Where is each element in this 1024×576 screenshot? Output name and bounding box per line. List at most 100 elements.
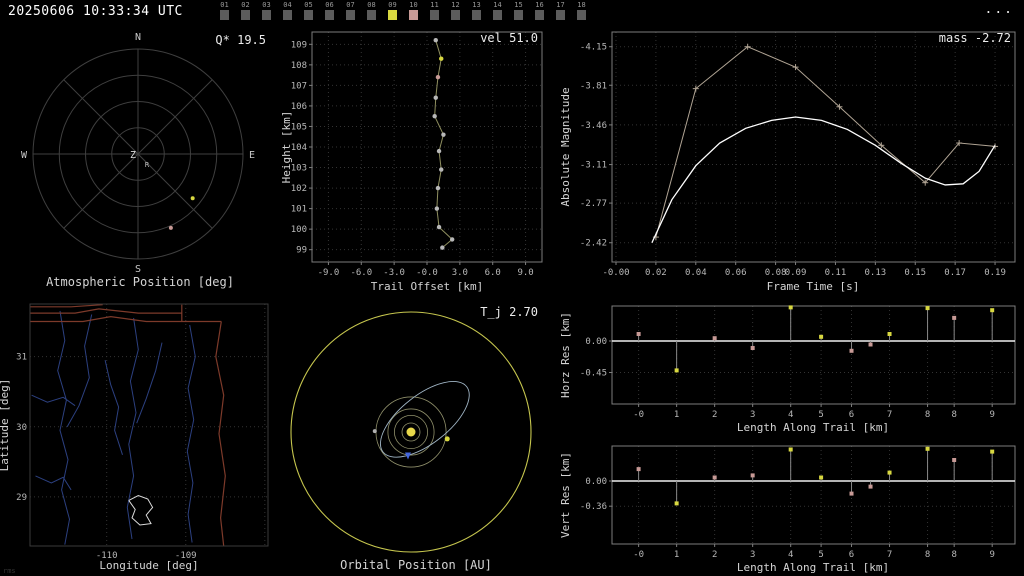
frame-item-16[interactable]: 16 xyxy=(529,1,550,20)
river-path xyxy=(35,475,72,491)
frame-number: 08 xyxy=(367,1,376,9)
panel-atmospheric-position: Q* 19.5 N E S W Z R Atmospheric Position… xyxy=(21,32,266,289)
residual-marker xyxy=(674,501,679,506)
tick-label: -3.11 xyxy=(580,161,607,171)
frame-item-17[interactable]: 17 xyxy=(550,1,571,20)
tick-label: 2 xyxy=(712,410,717,420)
residual-marker xyxy=(849,348,854,353)
tick-label: 0.08 xyxy=(765,268,787,278)
residual-marker xyxy=(887,332,892,336)
body-mars xyxy=(444,436,450,442)
frame-item-03[interactable]: 03 xyxy=(256,1,277,20)
panel-residuals: -0 1 2 3 4 5 6 7 8 8 90.00-0.45 -0 1 2 3 4 5 6 7 8 8 90.00-0… xyxy=(559,305,1016,574)
tick-label: 8 xyxy=(951,550,956,560)
frame-item-02[interactable]: 02 xyxy=(235,1,256,20)
series-model_fit xyxy=(651,116,996,244)
frame-indicator xyxy=(493,10,502,20)
atmospheric-caption: Atmospheric Position [deg] xyxy=(46,275,234,289)
frame-number: 12 xyxy=(451,1,460,9)
border-path xyxy=(30,304,103,308)
magnitude-xlabel: Frame Time [s] xyxy=(767,280,860,293)
river-path xyxy=(66,314,93,428)
tick-label: 8 xyxy=(925,550,930,560)
frame-item-04[interactable]: 04 xyxy=(277,1,298,20)
frame-item-11[interactable]: 11 xyxy=(424,1,445,20)
trail-point xyxy=(434,206,440,211)
frame-item-12[interactable]: 12 xyxy=(445,1,466,20)
trail-point xyxy=(435,74,441,80)
frame-number: 01 xyxy=(220,1,229,9)
frame-item-01[interactable]: 01 xyxy=(214,1,235,20)
frame-indicator xyxy=(430,10,439,20)
tick-label: -4.15 xyxy=(580,43,607,53)
panel-light-curve: -0.00 0.02 0.04 0.06 0.080.09 0.11 0.13 0.15 0.1… xyxy=(559,31,1016,293)
tick-label: 109 xyxy=(291,40,307,50)
watermark: rms xyxy=(3,567,16,575)
atmospheric-point xyxy=(168,225,173,230)
frame-item-18[interactable]: 18 xyxy=(571,1,592,20)
frame-number: 10 xyxy=(409,1,418,9)
residual-marker xyxy=(636,467,641,472)
frame-indicator xyxy=(262,10,271,20)
tick-label: -2.77 xyxy=(580,199,607,209)
frame-item-15[interactable]: 15 xyxy=(508,1,529,20)
series-observed xyxy=(655,46,996,238)
body-planet xyxy=(372,429,377,434)
residual-marker xyxy=(868,484,873,489)
trail-ylabel: Height [km] xyxy=(280,111,293,184)
tick-label: 0.11 xyxy=(825,268,847,278)
frame-item-05[interactable]: 05 xyxy=(298,1,319,20)
tick-label: 4 xyxy=(788,550,793,560)
compass-west-label: W xyxy=(21,150,28,161)
tick-label: 0.04 xyxy=(685,268,707,278)
tick-label: 0.13 xyxy=(865,268,887,278)
frame-item-13[interactable]: 13 xyxy=(466,1,487,20)
overflow-menu[interactable]: ... xyxy=(985,2,1014,17)
trail-point xyxy=(449,237,455,242)
residual-marker xyxy=(712,475,717,480)
frame-indicator xyxy=(535,10,544,20)
trail-point xyxy=(432,113,437,119)
frame-indicator xyxy=(241,10,250,20)
tick-label: 3 xyxy=(750,410,755,420)
frame-indicator xyxy=(472,10,481,20)
zenith-label: Z xyxy=(130,150,136,161)
tick-label: -0.0 xyxy=(416,268,438,278)
tick-label: 0.15 xyxy=(904,268,926,278)
frame-number: 16 xyxy=(535,1,544,9)
residual-marker xyxy=(819,475,824,480)
residual-marker xyxy=(788,305,793,310)
frame-indicator xyxy=(556,10,565,20)
trail-point xyxy=(433,38,438,43)
polar-plot xyxy=(32,48,244,260)
orbit-caption: Orbital Position [AU] xyxy=(340,558,492,572)
tick-label: 5 xyxy=(818,550,823,560)
tick-label: 106 xyxy=(291,102,307,112)
residual-marker xyxy=(674,368,679,373)
frame-indicator xyxy=(220,10,229,20)
compass-east-label: E xyxy=(249,150,255,161)
tick-label: 9 xyxy=(989,410,994,420)
frame-indicator xyxy=(325,10,334,20)
frame-item-08[interactable]: 08 xyxy=(361,1,382,20)
residual-marker xyxy=(750,346,755,350)
trail-plot: -9.0 -6.0 -3.0 -0.0 3.0 6.0 9.0 99 100 101 102 103 1… xyxy=(291,31,543,278)
map-xlabel: Longitude [deg] xyxy=(99,559,198,572)
frame-item-14[interactable]: 14 xyxy=(487,1,508,20)
frame-item-10[interactable]: 10 xyxy=(403,1,424,20)
frame-indicator xyxy=(514,10,523,20)
tick-label: 107 xyxy=(291,81,307,91)
tick-label: 1 xyxy=(674,410,679,420)
frame-item-06[interactable]: 06 xyxy=(319,1,340,20)
frame-indicator xyxy=(409,10,418,20)
frame-item-09[interactable]: 09 xyxy=(382,1,403,20)
tick-label: 3.0 xyxy=(452,268,468,278)
tick-label: -2.42 xyxy=(580,239,607,249)
frame-item-07[interactable]: 07 xyxy=(340,1,361,20)
tick-label: 2 xyxy=(712,550,717,560)
tick-label: 3 xyxy=(750,550,755,560)
orbit-plot xyxy=(290,311,532,553)
magnitude-plot: -0.00 0.02 0.04 0.06 0.080.09 0.11 0.13 0.15 0.1… xyxy=(580,31,1016,278)
compass-south-label: S xyxy=(135,264,141,275)
tick-label: 99 xyxy=(296,246,307,256)
